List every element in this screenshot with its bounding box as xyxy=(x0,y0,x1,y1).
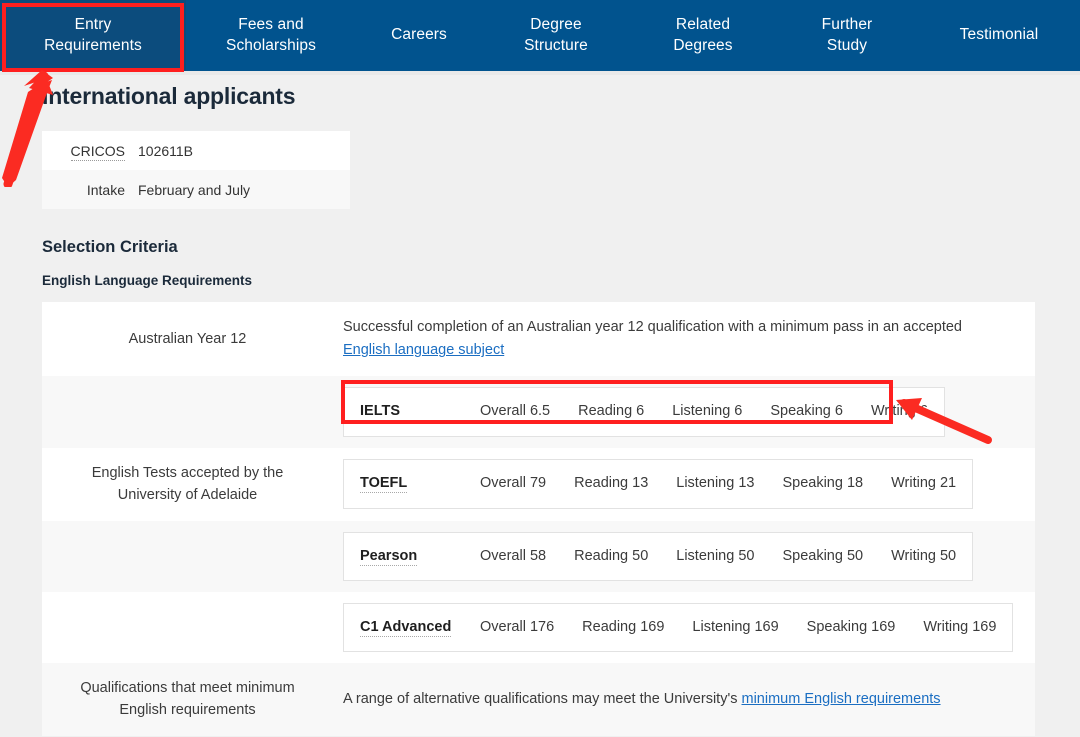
table-row: C1 Advanced Overall 176 Reading 169 List… xyxy=(42,592,1035,663)
english-language-requirements-heading: English Language Requirements xyxy=(42,273,1080,288)
table-row: English Tests accepted by the University… xyxy=(42,448,1035,521)
test-score-card-c1-advanced: C1 Advanced Overall 176 Reading 169 List… xyxy=(343,603,1013,652)
table-row: Pearson Overall 58 Reading 50 Listening … xyxy=(42,521,1035,592)
score-speaking: Speaking 169 xyxy=(793,616,910,639)
cricos-abbreviation[interactable]: CRICOS xyxy=(71,143,125,161)
english-requirements-table: Australian Year 12 Successful completion… xyxy=(42,302,1035,736)
score-listening: Listening 50 xyxy=(662,545,768,568)
score-overall: Overall 6.5 xyxy=(466,400,564,423)
main-content: International applicants CRICOS 102611B … xyxy=(0,75,1080,736)
page-title: International applicants xyxy=(42,83,1080,110)
row-label-spacer-ielts xyxy=(42,376,333,447)
score-speaking: Speaking 50 xyxy=(768,545,877,568)
table-row: IELTS Overall 6.5 Reading 6 Listening 6 … xyxy=(42,376,1035,447)
table-row: Intake February and July xyxy=(42,170,350,209)
test-name-ielts: IELTS xyxy=(360,400,466,423)
info-key-cricos: CRICOS xyxy=(42,131,138,170)
row-label-spacer-c1 xyxy=(42,592,333,663)
score-reading: Reading 13 xyxy=(560,472,662,495)
score-writing: Writing 6 xyxy=(857,400,930,423)
test-score-card-pearson: Pearson Overall 58 Reading 50 Listening … xyxy=(343,532,973,581)
row-label-spacer-pearson xyxy=(42,521,333,592)
c1-advanced-abbreviation[interactable]: C1 Advanced xyxy=(360,619,451,637)
row-value-ielts: IELTS Overall 6.5 Reading 6 Listening 6 … xyxy=(333,376,1035,447)
tab-further-study[interactable]: Further Study xyxy=(776,0,918,71)
info-key-intake: Intake xyxy=(42,170,138,209)
tab-careers[interactable]: Careers xyxy=(356,0,482,71)
test-name-toefl: TOEFL xyxy=(360,472,466,495)
tab-degree-structure[interactable]: Degree Structure xyxy=(482,0,630,71)
score-writing: Writing 21 xyxy=(877,472,958,495)
test-score-card-toefl: TOEFL Overall 79 Reading 13 Listening 13… xyxy=(343,459,973,508)
tab-testimonial[interactable]: Testimonial xyxy=(918,0,1080,71)
row-value-qualifications: A range of alternative qualifications ma… xyxy=(333,663,1035,736)
score-writing: Writing 169 xyxy=(909,616,998,639)
test-name-c1-advanced: C1 Advanced xyxy=(360,616,466,639)
score-listening: Listening 169 xyxy=(678,616,792,639)
score-reading: Reading 6 xyxy=(564,400,658,423)
row-label-australian-year-12: Australian Year 12 xyxy=(42,302,333,376)
score-listening: Listening 13 xyxy=(662,472,768,495)
degree-tab-nav: Entry Requirements Fees and Scholarships… xyxy=(0,0,1080,71)
score-listening: Listening 6 xyxy=(658,400,756,423)
tab-entry-requirements[interactable]: Entry Requirements xyxy=(0,0,186,71)
row-value-australian-year-12: Successful completion of an Australian y… xyxy=(333,302,1035,376)
score-overall: Overall 79 xyxy=(466,472,560,495)
course-info-table: CRICOS 102611B Intake February and July xyxy=(42,131,350,209)
page-root: Entry Requirements Fees and Scholarships… xyxy=(0,0,1080,737)
score-overall: Overall 176 xyxy=(466,616,568,639)
score-overall: Overall 58 xyxy=(466,545,560,568)
score-reading: Reading 169 xyxy=(568,616,678,639)
selection-criteria-heading: Selection Criteria xyxy=(42,238,1080,257)
row-label-qualifications: Qualifications that meet minimum English… xyxy=(42,663,333,736)
row-value-pearson: Pearson Overall 58 Reading 50 Listening … xyxy=(333,521,1035,592)
test-score-card-ielts: IELTS Overall 6.5 Reading 6 Listening 6 … xyxy=(343,387,945,436)
score-reading: Reading 50 xyxy=(560,545,662,568)
test-name-pearson: Pearson xyxy=(360,545,466,568)
info-value-cricos: 102611B xyxy=(138,131,350,170)
row-value-c1-advanced: C1 Advanced Overall 176 Reading 169 List… xyxy=(333,592,1035,663)
english-language-subject-link[interactable]: English language subject xyxy=(343,342,504,358)
tab-fees-and-scholarships[interactable]: Fees and Scholarships xyxy=(186,0,356,71)
row-value-toefl: TOEFL Overall 79 Reading 13 Listening 13… xyxy=(333,448,1035,521)
pearson-abbreviation[interactable]: Pearson xyxy=(360,548,417,566)
qualifications-description: A range of alternative qualifications ma… xyxy=(343,691,742,707)
table-row: CRICOS 102611B xyxy=(42,131,350,170)
table-row: Qualifications that meet minimum English… xyxy=(42,663,1035,736)
info-value-intake: February and July xyxy=(138,170,350,209)
row-label-english-tests: English Tests accepted by the University… xyxy=(42,448,333,521)
table-row: Australian Year 12 Successful completion… xyxy=(42,302,1035,376)
tab-related-degrees[interactable]: Related Degrees xyxy=(630,0,776,71)
ielts-abbreviation[interactable]: IELTS xyxy=(360,403,400,421)
score-writing: Writing 50 xyxy=(877,545,958,568)
toefl-abbreviation[interactable]: TOEFL xyxy=(360,475,407,493)
minimum-english-requirements-link[interactable]: minimum English requirements xyxy=(742,691,941,707)
score-speaking: Speaking 18 xyxy=(768,472,877,495)
year12-description: Successful completion of an Australian y… xyxy=(343,319,962,335)
score-speaking: Speaking 6 xyxy=(756,400,857,423)
